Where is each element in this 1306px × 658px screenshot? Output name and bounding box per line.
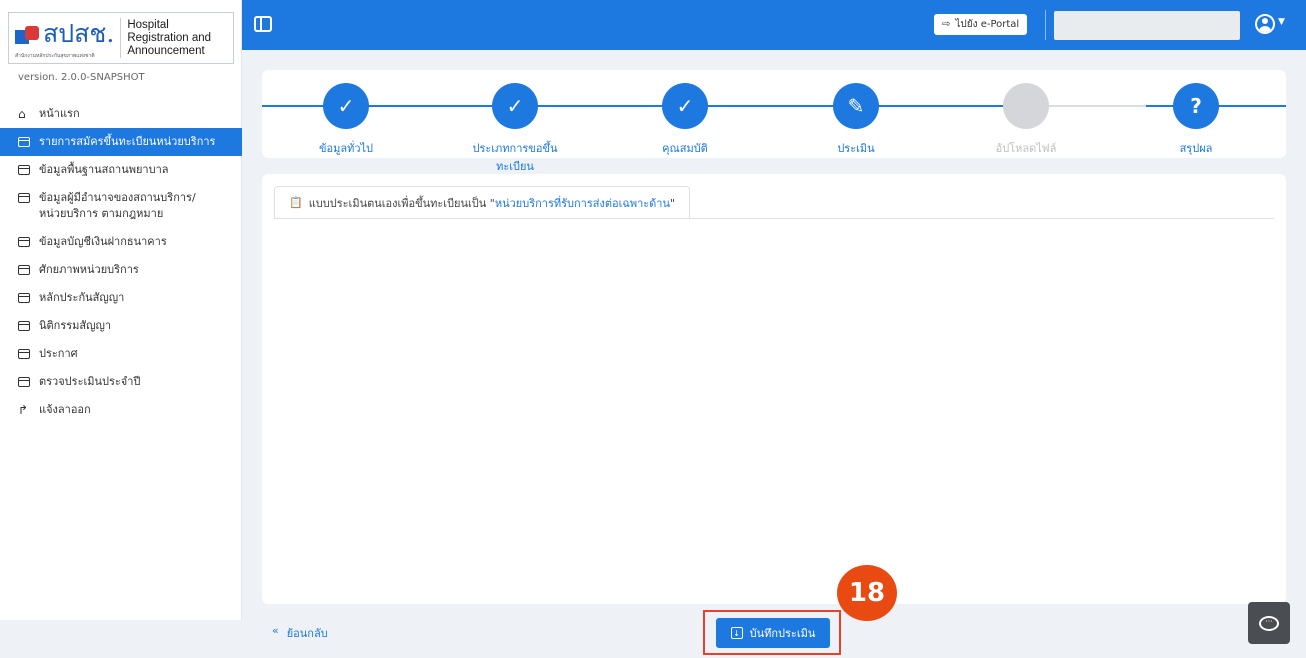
chat-icon: ··· bbox=[1259, 615, 1279, 631]
question-icon: ? bbox=[1173, 83, 1219, 129]
sidebar-item-authorized-person[interactable]: ข้อมูลผู้มีอำนาจของสถานบริการ/ หน่วยบริก… bbox=[0, 184, 242, 228]
sidebar-item-contract-guarantee[interactable]: หลักประกันสัญญา bbox=[0, 284, 242, 312]
logo-thai-text: สปสช. bbox=[43, 18, 115, 48]
sidebar-item-home[interactable]: ⌂ หน้าแรก bbox=[0, 100, 242, 128]
sidebar-toggle-icon[interactable] bbox=[254, 16, 272, 32]
form-icon bbox=[18, 349, 30, 359]
form-icon bbox=[18, 165, 30, 175]
pending-step-circle bbox=[1003, 83, 1049, 129]
sidebar-item-registration-list[interactable]: รายการสมัครขึ้นทะเบียนหน่วยบริการ bbox=[0, 128, 242, 156]
sidebar-menu: ⌂ หน้าแรก รายการสมัครขึ้นทะเบียนหน่วยบริ… bbox=[0, 100, 242, 424]
sidebar-item-capability[interactable]: ศักยภาพหน่วยบริการ bbox=[0, 256, 242, 284]
tab-self-assessment[interactable]: 📋 แบบประเมินตนเองเพื่อขึ้นทะเบียนเป็น "ห… bbox=[274, 186, 691, 218]
form-icon bbox=[18, 321, 30, 331]
step-general-info[interactable]: ✓ ข้อมูลทั่วไป bbox=[286, 83, 406, 157]
chat-button[interactable]: ··· bbox=[1248, 602, 1290, 644]
check-icon: ✓ bbox=[662, 83, 708, 129]
form-icon bbox=[18, 237, 30, 247]
clipboard-icon: 📋 bbox=[289, 196, 303, 209]
form-icon bbox=[18, 377, 30, 387]
sidebar-item-contract[interactable]: นิติกรรมสัญญา bbox=[0, 312, 242, 340]
step-summary[interactable]: ? สรุปผล bbox=[1136, 83, 1256, 157]
sidebar-item-facility-info[interactable]: ข้อมูลพื้นฐานสถานพยาบาล bbox=[0, 156, 242, 184]
user-name-box[interactable] bbox=[1054, 11, 1240, 40]
step-upload-file[interactable]: อัปโหลดไฟล์ bbox=[966, 83, 1086, 157]
check-icon: ✓ bbox=[323, 83, 369, 129]
form-icon bbox=[18, 293, 30, 303]
sidebar: สปสช. สำนักงานหลักประกันสุขภาพแห่งชาติ H… bbox=[0, 0, 242, 620]
form-icon bbox=[18, 265, 30, 275]
save-assessment-button[interactable]: ↓ บันทึกประเมิน bbox=[716, 618, 830, 648]
form-icon bbox=[18, 193, 30, 203]
step-registration-type[interactable]: ✓ ประเภทการขอขึ้นทะเบียน bbox=[455, 83, 575, 175]
sidebar-item-bank-account[interactable]: ข้อมูลบัญชีเงินฝากธนาคาร bbox=[0, 228, 242, 256]
step-assessment[interactable]: ✎ ประเมิน bbox=[796, 83, 916, 157]
back-button[interactable]: « ย้อนกลับ bbox=[272, 624, 328, 642]
double-chevron-left-icon: « bbox=[272, 624, 279, 637]
login-arrow-icon: ⇨ bbox=[942, 19, 951, 30]
logo-subtitle: สำนักงานหลักประกันสุขภาพแห่งชาติ bbox=[15, 53, 95, 59]
home-icon: ⌂ bbox=[18, 107, 26, 121]
version-label: version. 2.0.0-SNAPSHOT bbox=[18, 72, 145, 83]
step-number-badge: 18 bbox=[837, 565, 897, 621]
save-icon: ↓ bbox=[730, 627, 743, 639]
top-bar: ⇨ ไปยัง e-Portal ▼ bbox=[242, 0, 1306, 50]
chevron-down-icon[interactable]: ▼ bbox=[1278, 17, 1285, 27]
nhso-logo-icon bbox=[15, 26, 39, 50]
check-icon: ✓ bbox=[492, 83, 538, 129]
logo-english-text: Hospital Registration and Announcement bbox=[127, 18, 212, 57]
step-qualification[interactable]: ✓ คุณสมบัติ bbox=[625, 83, 745, 157]
eportal-button[interactable]: ⇨ ไปยัง e-Portal bbox=[934, 14, 1028, 35]
user-avatar-icon[interactable] bbox=[1255, 14, 1275, 34]
edit-icon: ✎ bbox=[833, 83, 879, 129]
sidebar-item-annual-assessment[interactable]: ตรวจประเมินประจำปี bbox=[0, 368, 242, 396]
assessment-panel: 📋 แบบประเมินตนเองเพื่อขึ้นทะเบียนเป็น "ห… bbox=[262, 174, 1286, 604]
progress-stepper: ✓ ข้อมูลทั่วไป ✓ ประเภทการขอขึ้นทะเบียน … bbox=[262, 70, 1286, 173]
form-icon bbox=[18, 137, 30, 147]
exit-icon: ↱ bbox=[18, 403, 29, 417]
sidebar-item-resign[interactable]: ↱ แจ้งลาออก bbox=[0, 396, 242, 424]
sidebar-item-announcement[interactable]: ประกาศ bbox=[0, 340, 242, 368]
nhso-logo[interactable]: สปสช. สำนักงานหลักประกันสุขภาพแห่งชาติ H… bbox=[8, 12, 234, 64]
